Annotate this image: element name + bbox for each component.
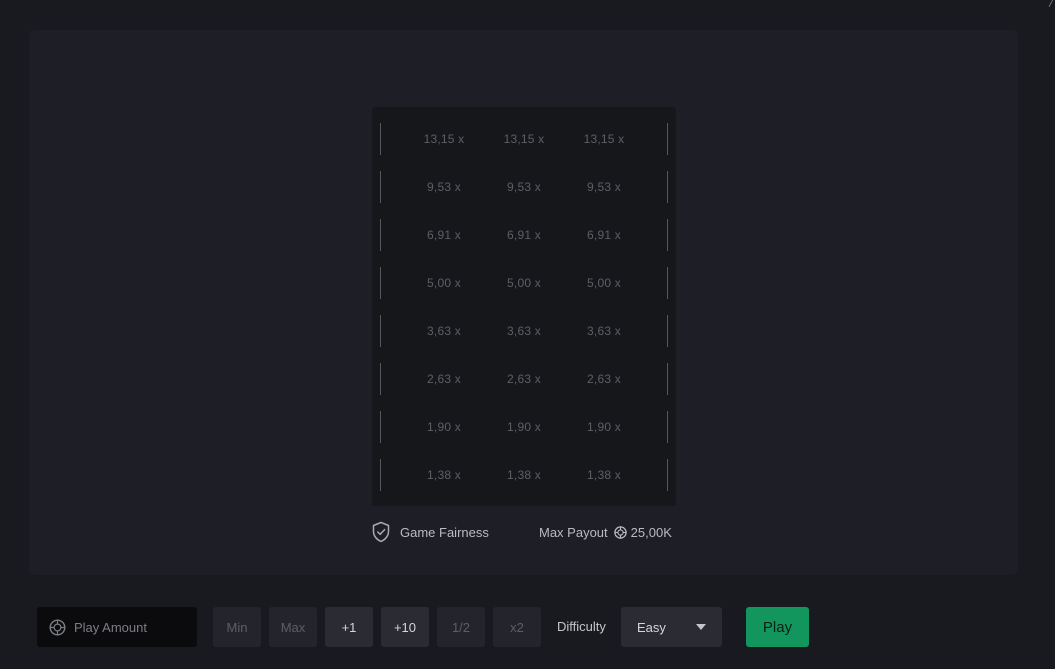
tower-row-7: 9,53 x 9,53 x 9,53 x — [380, 171, 668, 203]
tower-row-1: 1,38 x 1,38 x 1,38 x — [380, 459, 668, 491]
difficulty-label: Difficulty — [557, 619, 606, 634]
tower-board: 13,15 x 13,15 x 13,15 x 9,53 x 9,53 x 9,… — [372, 107, 676, 506]
plus-ten-button[interactable]: +10 — [381, 607, 429, 647]
tower-tile[interactable]: 3,63 x — [568, 315, 640, 347]
tower-tile[interactable]: 5,00 x — [408, 267, 480, 299]
row-rail-left — [380, 267, 381, 299]
row-rail-left — [380, 171, 381, 203]
row-rail-left — [380, 363, 381, 395]
double-button[interactable]: x2 — [493, 607, 541, 647]
coin-icon — [613, 525, 627, 539]
tower-tile[interactable]: 2,63 x — [408, 363, 480, 395]
half-button[interactable]: 1/2 — [437, 607, 485, 647]
row-rail-right — [667, 363, 668, 395]
max-payout-label: Max Payout — [539, 524, 608, 540]
tower-tile[interactable]: 1,38 x — [568, 459, 640, 491]
tower-tile[interactable]: 3,63 x — [408, 315, 480, 347]
tower-tile[interactable]: 3,63 x — [488, 315, 560, 347]
tower-tile[interactable]: 1,90 x — [568, 411, 640, 443]
row-rail-left — [380, 219, 381, 251]
plus-one-button[interactable]: +1 — [325, 607, 373, 647]
game-fairness-link[interactable]: Game Fairness — [371, 520, 489, 544]
tower-tile[interactable]: 13,15 x — [488, 123, 560, 155]
tower-row-8: 13,15 x 13,15 x 13,15 x — [380, 123, 668, 155]
play-amount-field[interactable] — [37, 607, 197, 647]
tower-tile[interactable]: 13,15 x — [568, 123, 640, 155]
tower-tile[interactable]: 2,63 x — [488, 363, 560, 395]
tower-row-4: 3,63 x 3,63 x 3,63 x — [380, 315, 668, 347]
row-rail-right — [667, 219, 668, 251]
chevron-down-icon — [696, 624, 706, 630]
row-rail-right — [667, 315, 668, 347]
max-payout-value: 25,00K — [630, 524, 672, 540]
tower-tile[interactable]: 9,53 x — [408, 171, 480, 203]
row-rail-left — [380, 411, 381, 443]
play-button[interactable]: Play — [746, 607, 809, 647]
tower-tile[interactable]: 1,38 x — [488, 459, 560, 491]
tower-tile[interactable]: 2,63 x — [568, 363, 640, 395]
tower-row-6: 6,91 x 6,91 x 6,91 x — [380, 219, 668, 251]
tower-tile[interactable]: 6,91 x — [488, 219, 560, 251]
tower-tile[interactable]: 1,38 x — [408, 459, 480, 491]
play-amount-input[interactable] — [74, 619, 192, 635]
row-rail-right — [667, 267, 668, 299]
tower-tile[interactable]: 13,15 x — [408, 123, 480, 155]
row-rail-right — [667, 459, 668, 491]
difficulty-value: Easy — [637, 619, 666, 635]
row-rail-left — [380, 123, 381, 155]
shield-check-icon — [371, 521, 400, 543]
row-rail-left — [380, 459, 381, 491]
min-button[interactable]: Min — [213, 607, 261, 647]
tower-tile[interactable]: 9,53 x — [488, 171, 560, 203]
window-resize-icon: ╱ — [1049, 0, 1054, 7]
tower-tile[interactable]: 1,90 x — [488, 411, 560, 443]
difficulty-select[interactable]: Easy — [621, 607, 722, 647]
max-button[interactable]: Max — [269, 607, 317, 647]
row-rail-right — [667, 123, 668, 155]
row-rail-right — [667, 411, 668, 443]
tower-tile[interactable]: 5,00 x — [568, 267, 640, 299]
game-fairness-label: Game Fairness — [400, 524, 489, 540]
game-page: 13,15 x 13,15 x 13,15 x 9,53 x 9,53 x 9,… — [0, 0, 1055, 669]
tower-tile[interactable]: 1,90 x — [408, 411, 480, 443]
tower-tile[interactable]: 9,53 x — [568, 171, 640, 203]
tower-row-5: 5,00 x 5,00 x 5,00 x — [380, 267, 668, 299]
tower-tile[interactable]: 5,00 x — [488, 267, 560, 299]
coin-icon — [49, 618, 66, 636]
bet-controls: Min Max +1 +10 1/2 x2 Difficulty Easy Pl… — [0, 607, 1055, 647]
row-rail-left — [380, 315, 381, 347]
tower-tile[interactable]: 6,91 x — [568, 219, 640, 251]
row-rail-right — [667, 171, 668, 203]
max-payout: Max Payout 25,00K — [539, 520, 672, 544]
tower-row-3: 2,63 x 2,63 x 2,63 x — [380, 363, 668, 395]
tower-row-2: 1,90 x 1,90 x 1,90 x — [380, 411, 668, 443]
tower-tile[interactable]: 6,91 x — [408, 219, 480, 251]
